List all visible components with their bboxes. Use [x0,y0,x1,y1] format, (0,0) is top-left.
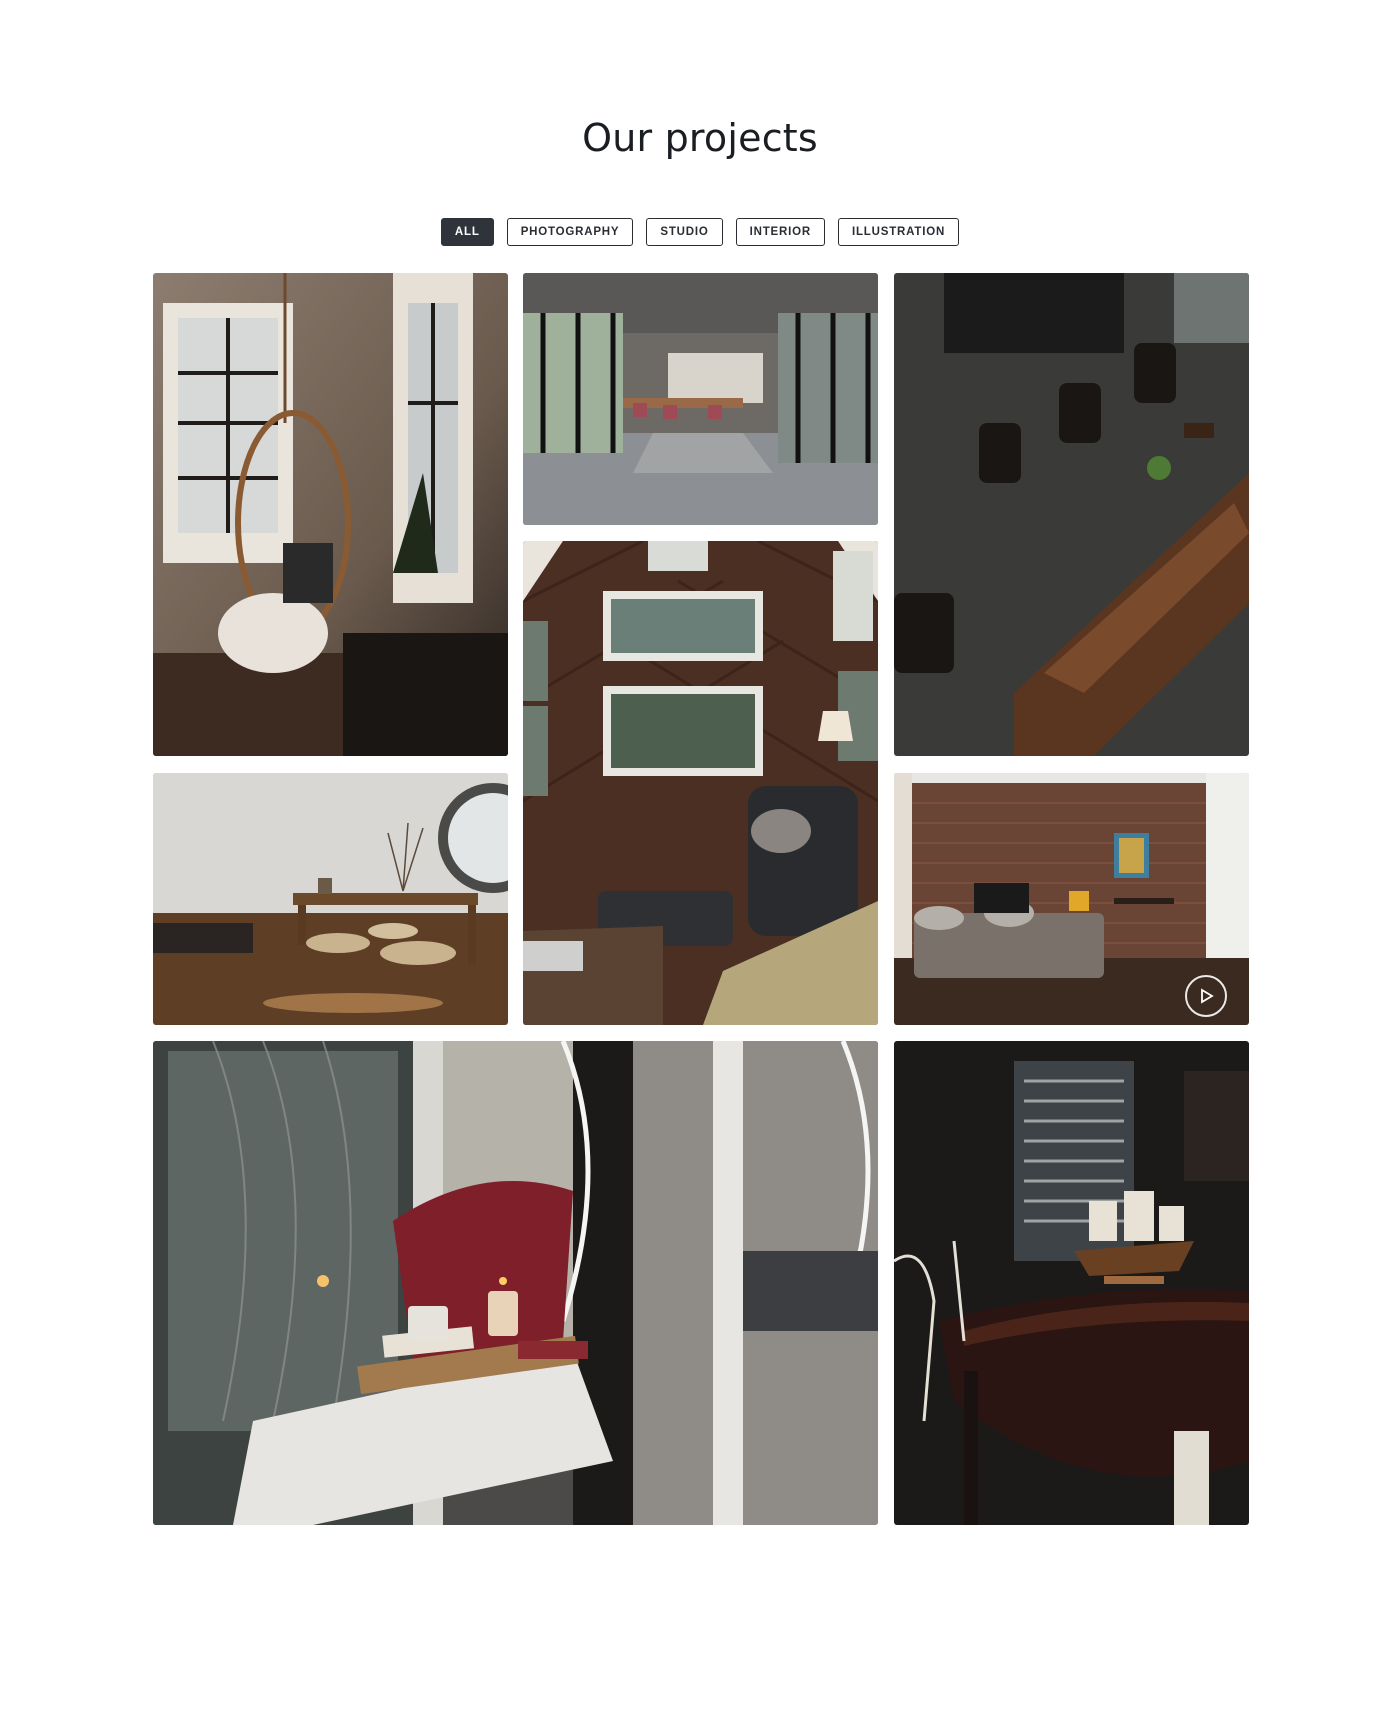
filter-bar: ALL PHOTOGRAPHY STUDIO INTERIOR ILLUSTRA… [0,218,1400,246]
gallery-item-hanging-chair[interactable] [153,273,508,756]
filter-studio-button[interactable]: STUDIO [646,218,723,246]
play-video-button[interactable] [1185,975,1227,1017]
gallery-item-dining-table-overhead[interactable] [894,273,1249,756]
filter-photography-button[interactable]: PHOTOGRAPHY [506,218,634,246]
low-table-image [153,773,508,1025]
filter-all-button[interactable]: ALL [440,218,494,246]
page-title: Our projects [582,116,818,160]
gallery-item-brick-living-room[interactable] [894,773,1249,1025]
window-seat-image [153,1041,878,1525]
play-icon [1201,988,1214,1004]
wood-living-room-image [523,541,878,1025]
dining-table-image [894,273,1249,756]
gallery-item-office[interactable] [523,273,878,525]
filter-interior-button[interactable]: INTERIOR [735,218,825,246]
gallery-item-low-table[interactable] [153,773,508,1025]
gallery-item-model-ship[interactable] [894,1041,1249,1525]
gallery-item-window-seat[interactable] [153,1041,878,1525]
model-ship-image [894,1041,1249,1525]
filter-illustration-button[interactable]: ILLUSTRATION [837,218,960,246]
gallery-item-wood-living-room[interactable] [523,541,878,1025]
hanging-chair-image [153,273,508,756]
office-image [523,273,878,525]
